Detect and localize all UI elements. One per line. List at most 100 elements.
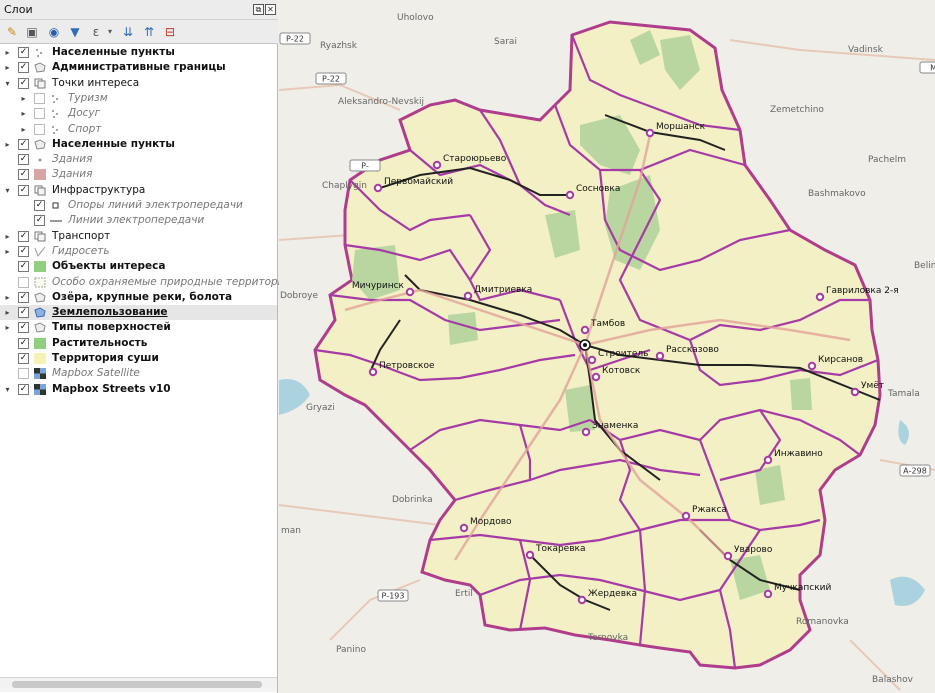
town-label: Первомайский: [384, 177, 453, 187]
layer-visibility-checkbox[interactable]: ✓: [18, 184, 29, 196]
layer-visibility-checkbox[interactable]: ✓: [18, 337, 29, 349]
layer-visibility-checkbox[interactable]: [34, 92, 45, 104]
layer-visibility-checkbox[interactable]: ✓: [18, 245, 29, 257]
layer-visibility-checkbox[interactable]: [34, 123, 45, 135]
chevron-down-icon[interactable]: ▾: [102, 24, 118, 40]
layer-visibility-checkbox[interactable]: [18, 276, 29, 288]
town-marker[interactable]: [463, 291, 473, 301]
town-marker[interactable]: [723, 551, 733, 561]
layer-row[interactable]: Особо охраняемые природные территории: [0, 275, 291, 290]
map-svg[interactable]: Моршанск Староюрьево Первомайский Сосновка М…: [279, 0, 935, 693]
expand-all-icon[interactable]: ⇊: [120, 24, 136, 40]
town-marker[interactable]: [645, 128, 655, 138]
layer-row[interactable]: ▾ ✓ Точки интереса: [0, 76, 277, 91]
layer-visibility-checkbox[interactable]: ✓: [18, 322, 29, 334]
layer-name: Инфраструктура: [52, 183, 146, 196]
town-label: Сосновка: [576, 184, 620, 194]
expand-arrow-icon[interactable]: ▸: [3, 290, 12, 305]
layer-row[interactable]: ✓ Объекты интереса: [0, 259, 277, 274]
expand-arrow-icon[interactable]: ▸: [3, 137, 12, 152]
layer-row[interactable]: ▸ ✓ Гидросеть: [0, 244, 277, 259]
layer-visibility-checkbox[interactable]: ✓: [18, 138, 29, 150]
layer-visibility-checkbox[interactable]: ✓: [18, 291, 29, 303]
add-group-icon[interactable]: ▣: [24, 24, 40, 40]
town-marker[interactable]: [577, 595, 587, 605]
layer-row[interactable]: ✓ Растительность: [0, 336, 277, 351]
layer-row[interactable]: ▸ Туризм: [0, 91, 277, 106]
manage-visibility-icon[interactable]: ◉: [46, 24, 62, 40]
collapse-arrow-icon[interactable]: ▾: [3, 76, 12, 91]
layer-visibility-checkbox[interactable]: ✓: [18, 169, 29, 181]
layer-row[interactable]: ▾ ✓ Инфраструктура: [0, 183, 277, 198]
layer-visibility-checkbox[interactable]: ✓: [18, 353, 29, 364]
layer-row[interactable]: ▸ ✓ Землепользование: [0, 305, 277, 321]
town-marker[interactable]: [763, 589, 773, 599]
expand-arrow-icon[interactable]: ▸: [19, 106, 28, 121]
expand-arrow-icon[interactable]: ▸: [3, 60, 12, 75]
layer-visibility-checkbox[interactable]: [18, 368, 29, 380]
layer-row[interactable]: ▾ ✓ Mapbox Streets v10: [0, 382, 277, 397]
layer-row[interactable]: ▸ Досуг: [0, 106, 277, 121]
layer-row[interactable]: Mapbox Satellite: [0, 366, 277, 381]
town-marker[interactable]: [587, 355, 597, 365]
remove-layer-icon[interactable]: ⊟: [162, 24, 178, 40]
horizontal-scrollbar[interactable]: [0, 677, 277, 692]
close-panel-icon[interactable]: ✕: [265, 4, 276, 15]
float-panel-icon[interactable]: ⧉: [253, 4, 264, 15]
layer-visibility-checkbox[interactable]: ✓: [34, 215, 45, 227]
town-marker[interactable]: [591, 372, 601, 382]
layer-row[interactable]: ✓ Здания: [0, 152, 277, 167]
expand-arrow-icon[interactable]: ▸: [3, 305, 12, 320]
town-marker[interactable]: [581, 427, 591, 437]
town-marker[interactable]: [368, 367, 378, 377]
layer-visibility-checkbox[interactable]: ✓: [18, 62, 29, 74]
town-marker[interactable]: [525, 550, 535, 560]
layer-visibility-checkbox[interactable]: ✓: [18, 47, 29, 58]
town-marker[interactable]: [763, 455, 773, 465]
layer-visibility-checkbox[interactable]: ✓: [34, 200, 45, 211]
collapse-arrow-icon[interactable]: ▾: [3, 183, 12, 198]
town-marker[interactable]: [815, 292, 825, 302]
expand-arrow-icon[interactable]: ▸: [19, 91, 28, 106]
town-marker[interactable]: [655, 351, 665, 361]
town-label: Кирсанов: [818, 355, 863, 365]
layer-visibility-checkbox[interactable]: [34, 108, 45, 120]
layer-row[interactable]: ✓ Линии электропередачи: [0, 213, 277, 228]
layer-row[interactable]: ▸ ✓ Административные границы: [0, 60, 277, 75]
town-marker[interactable]: [373, 183, 383, 193]
expand-arrow-icon[interactable]: ▸: [3, 229, 12, 244]
layer-row[interactable]: ▸ ✓ Транспорт: [0, 229, 277, 244]
layer-row[interactable]: ✓ Здания: [0, 167, 277, 182]
town-marker[interactable]: [459, 523, 469, 533]
expand-arrow-icon[interactable]: ▸: [3, 45, 12, 60]
layer-visibility-checkbox[interactable]: ✓: [18, 230, 29, 242]
layer-row[interactable]: ✓ Опоры линий электропередачи: [0, 198, 277, 213]
map-canvas[interactable]: Моршанск Староюрьево Первомайский Сосновка М…: [279, 0, 935, 693]
layer-visibility-checkbox[interactable]: ✓: [18, 261, 29, 273]
town-marker[interactable]: [850, 387, 860, 397]
town-marker[interactable]: [580, 325, 590, 335]
town-marker[interactable]: [807, 361, 817, 371]
layer-row[interactable]: ▸ Спорт: [0, 122, 277, 137]
collapse-all-icon[interactable]: ⇈: [141, 24, 157, 40]
layer-row[interactable]: ▸ ✓ Населенные пункты: [0, 137, 277, 152]
open-layer-styling-icon[interactable]: ✎: [4, 24, 20, 40]
layer-row[interactable]: ▸ ✓ Типы поверхностей: [0, 320, 277, 335]
town-marker[interactable]: [681, 511, 691, 521]
layer-row[interactable]: ▸ ✓ Озёра, крупные реки, болота: [0, 290, 277, 305]
collapse-arrow-icon[interactable]: ▾: [3, 382, 12, 397]
layer-row[interactable]: ▸ ✓ Населенные пункты: [0, 45, 277, 60]
layer-visibility-checkbox[interactable]: ✓: [18, 307, 29, 319]
layer-visibility-checkbox[interactable]: ✓: [18, 154, 29, 166]
expand-arrow-icon[interactable]: ▸: [19, 122, 28, 137]
filter-legend-icon[interactable]: ▼: [67, 24, 83, 40]
expand-arrow-icon[interactable]: ▸: [3, 244, 12, 259]
town-marker[interactable]: [565, 190, 575, 200]
scrollbar-thumb[interactable]: [12, 681, 262, 688]
layer-row[interactable]: ✓ Территория суши: [0, 351, 277, 366]
layer-visibility-checkbox[interactable]: ✓: [18, 77, 29, 89]
town-marker[interactable]: [432, 160, 442, 170]
town-marker[interactable]: [405, 287, 415, 297]
layer-visibility-checkbox[interactable]: ✓: [18, 383, 29, 395]
expand-arrow-icon[interactable]: ▸: [3, 320, 12, 335]
